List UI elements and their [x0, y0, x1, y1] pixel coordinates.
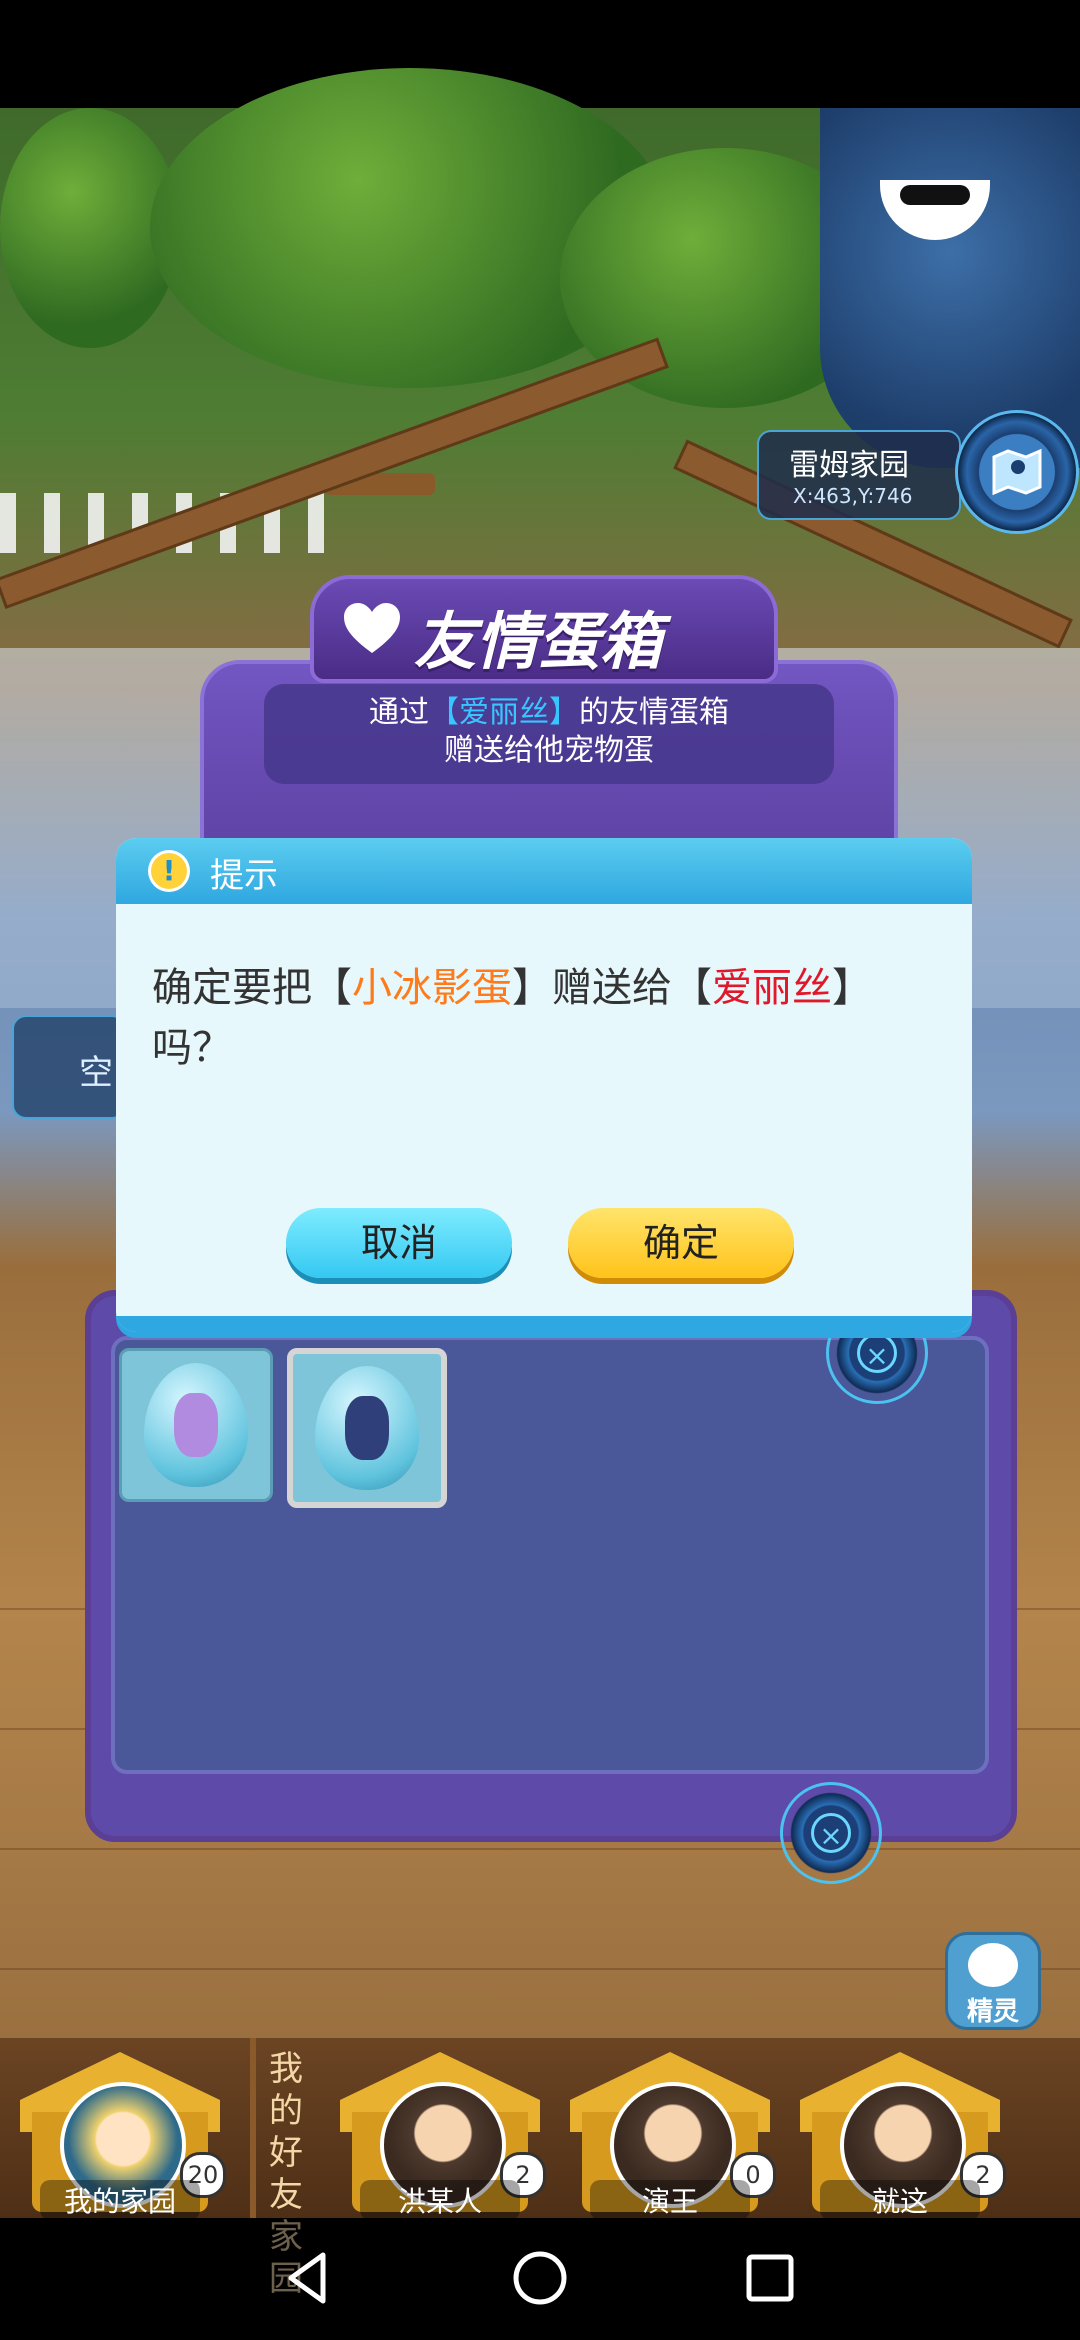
cancel-button[interactable]: 取消 — [286, 1208, 512, 1278]
msg-item-name: 小冰影蛋 — [352, 965, 512, 1011]
msg-suffix: 】 — [832, 965, 872, 1011]
map-icon — [992, 448, 1042, 496]
eggbox-title-banner: 友情蛋箱 — [310, 575, 778, 683]
sprite-button[interactable]: 精灵 — [945, 1932, 1041, 2030]
friends-bar: 20 我的家园 我的好友家园 2 洪某人 0 演王 2 就这 — [0, 2038, 1080, 2299]
home-label: 我的家园 — [40, 2180, 200, 2220]
friend-home-3[interactable]: 2 就这 — [800, 2052, 1006, 2220]
floor-line — [0, 1968, 1080, 1970]
dialog-bottom-stripe — [116, 1316, 972, 1332]
warning-icon: ! — [148, 850, 190, 892]
back-icon[interactable] — [273, 2243, 343, 2313]
friend-name: 演王 — [590, 2180, 750, 2220]
close-icon: × — [811, 1813, 851, 1853]
pet-egg-icon — [144, 1363, 248, 1487]
eggbox-title: 友情蛋箱 — [414, 605, 663, 678]
msg-prefix: 确定要把【 — [152, 965, 352, 1011]
heart-icon — [344, 603, 400, 653]
map-button[interactable] — [955, 410, 1079, 534]
close-button-lower[interactable]: × — [780, 1782, 882, 1884]
confirm-dialog: ! 提示 确定要把【小冰影蛋】赠送给【爱丽丝】 吗？ 取消 确定 — [116, 838, 972, 1332]
home-icon[interactable] — [505, 2243, 575, 2313]
floor-line — [0, 1848, 1080, 1850]
close-icon: × — [857, 1333, 897, 1373]
recents-icon[interactable] — [735, 2243, 805, 2313]
msg-person-name: 爱丽丝 — [712, 965, 832, 1011]
dialog-message: 确定要把【小冰影蛋】赠送给【爱丽丝】 吗？ — [152, 958, 952, 1078]
friend-name: 洪某人 — [360, 2180, 520, 2220]
confirm-button[interactable]: 确定 — [568, 1208, 794, 1278]
eggbox-description: 通过【爱丽丝】的友情蛋箱 赠送给他宠物蛋 — [264, 684, 834, 784]
sprite-button-label: 精灵 — [966, 1997, 1019, 2027]
egg-grid — [111, 1336, 989, 1774]
home-location-label: 雷姆家园 X:463,Y:746 — [757, 430, 961, 520]
friend-name: 就这 — [820, 2180, 980, 2220]
empty-tag-text: 空 — [79, 1053, 113, 1093]
msg-mid: 】赠送给【 — [512, 965, 712, 1011]
msg-line2: 吗？ — [152, 1025, 232, 1071]
egg-creature — [174, 1393, 218, 1457]
egg-creature — [345, 1396, 389, 1460]
coordinates-text: X:463,Y:746 — [793, 484, 913, 508]
egg-slot-2-selected[interactable] — [287, 1348, 447, 1508]
egg-slot-1[interactable] — [119, 1348, 273, 1502]
dialog-title: 提示 — [210, 856, 278, 896]
my-home-button[interactable]: 20 我的家园 — [20, 2052, 226, 2220]
empty-tag: 空 — [12, 1015, 126, 1119]
pet-egg-icon — [315, 1366, 419, 1490]
friend-home-2[interactable]: 0 演王 — [570, 2052, 776, 2220]
dialog-header: ! 提示 — [116, 838, 972, 904]
eggbox-desc-name: 【爱丽丝】 — [429, 695, 579, 730]
eggbox-desc-line2: 赠送给他宠物蛋 — [444, 733, 654, 768]
home-name: 雷姆家园 — [789, 448, 909, 483]
eggbox-desc-suffix: 的友情蛋箱 — [579, 695, 729, 730]
panda-icon — [968, 1943, 1018, 1987]
eggbox-desc-prefix: 通过 — [369, 695, 429, 730]
friend-home-1[interactable]: 2 洪某人 — [340, 2052, 546, 2220]
android-navbar — [0, 2218, 1080, 2340]
